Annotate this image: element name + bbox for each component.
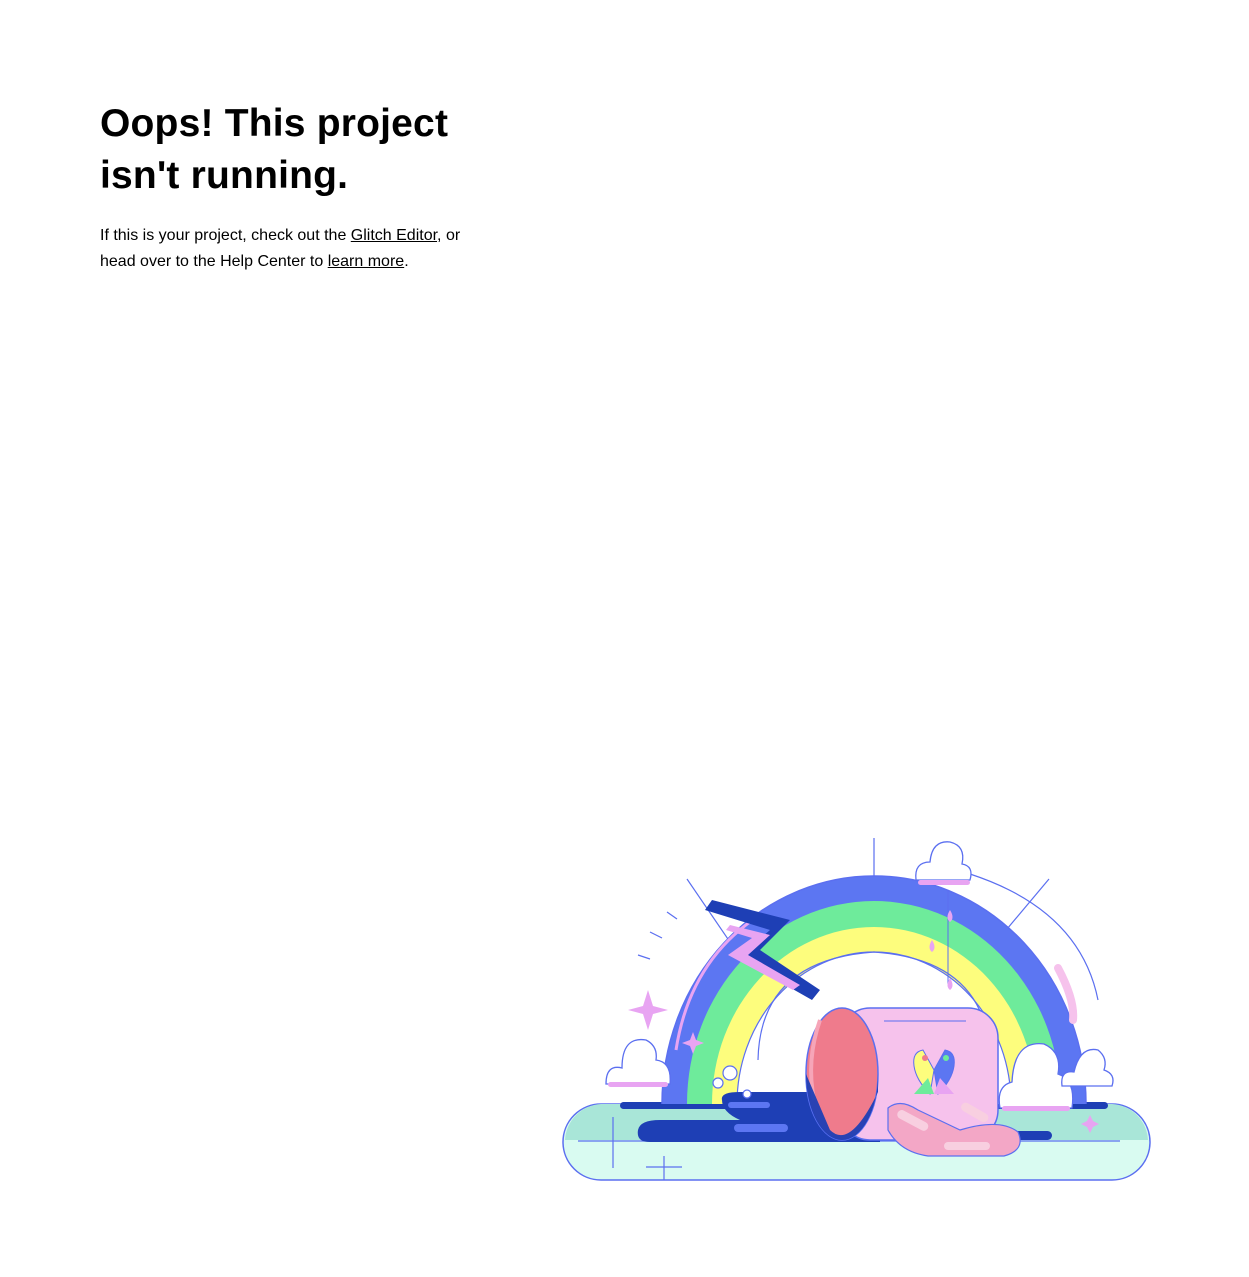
page-title: Oops! This project isn't running. (100, 98, 480, 202)
learn-more-link[interactable]: learn more (328, 253, 404, 270)
help-text-part-2: , or (437, 227, 461, 244)
page-title-line-1: Oops! This project (100, 102, 449, 145)
help-text-part-4: . (404, 253, 409, 270)
error-message-block: Oops! This project isn't running. If thi… (100, 98, 480, 275)
page-title-line-2: isn't running. (100, 154, 349, 197)
help-text-part-3: head over to the Help Center to (100, 253, 328, 270)
help-text-part-1: If this is your project, check out the (100, 227, 351, 244)
glitch-editor-link[interactable]: Glitch Editor (351, 227, 437, 244)
rainbow-illustration-icon (562, 838, 1151, 1181)
help-text: If this is your project, check out the G… (100, 223, 480, 275)
